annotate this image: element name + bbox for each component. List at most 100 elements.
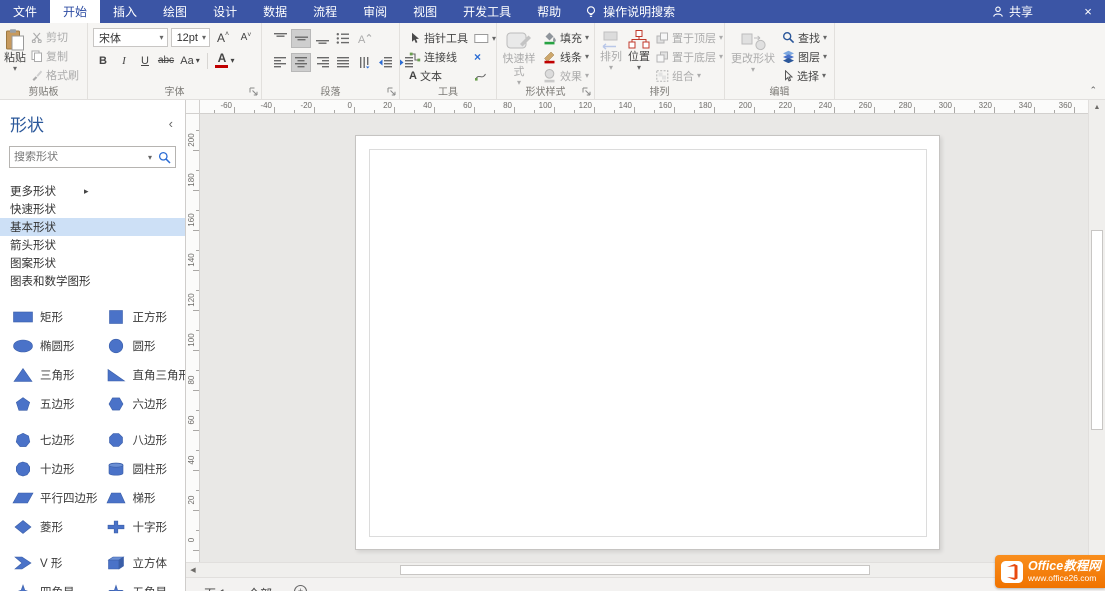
bring-to-front-button[interactable]: 置于顶层▾ — [653, 28, 726, 47]
font-color-button[interactable]: A ▾ — [212, 51, 238, 70]
position-button[interactable]: 位置 ▾ — [625, 26, 653, 85]
all-pages-tab[interactable]: 全部 — [248, 585, 272, 591]
drawing-canvas[interactable] — [200, 114, 1088, 562]
panel-collapse-button[interactable]: ‹ — [169, 116, 175, 131]
grow-font-button[interactable]: A˄ — [213, 28, 233, 47]
menu-tab[interactable]: 插入 — [100, 0, 150, 23]
stencil-category[interactable]: 箭头形状 — [0, 236, 185, 254]
menu-tab[interactable]: 审阅 — [350, 0, 400, 23]
shape-search-input[interactable] — [10, 151, 144, 163]
underline-button[interactable]: U — [135, 51, 155, 70]
valign-top-button[interactable] — [270, 29, 290, 48]
search-icon[interactable] — [156, 151, 175, 164]
menu-tab[interactable]: 视图 — [400, 0, 450, 23]
page-tab[interactable]: 页 1 — [204, 585, 226, 591]
horizontal-scrollbar[interactable]: ◀ — [186, 562, 1088, 577]
stencil-shape-trapezoid[interactable]: 梯形 — [93, 483, 186, 512]
stencil-category[interactable]: 更多形状▸ — [0, 182, 185, 200]
menu-tab[interactable]: 开始 — [50, 0, 100, 23]
font-dialog-launcher[interactable] — [248, 86, 259, 97]
stencil-category[interactable]: 图表和数学图形 — [0, 272, 185, 290]
stencil-shape-square[interactable]: 正方形 — [93, 302, 186, 331]
menu-tab[interactable]: 帮助 — [524, 0, 574, 23]
font-size-combo[interactable]: 12pt▾ — [171, 28, 210, 47]
bold-button[interactable]: B — [93, 51, 113, 70]
menu-tab[interactable]: 绘图 — [150, 0, 200, 23]
copy-button[interactable]: 复制 — [28, 46, 82, 65]
font-name-combo[interactable]: 宋体▾ — [93, 28, 168, 47]
freeform-tool-button[interactable] — [471, 66, 499, 85]
quick-styles-button[interactable]: 快速样式 ▾ — [499, 26, 539, 85]
line-button[interactable]: 线条▾ — [539, 47, 592, 66]
vertical-scrollbar[interactable]: ▲ ▼ — [1088, 100, 1105, 577]
menu-tab[interactable]: 开发工具 — [450, 0, 524, 23]
cut-button[interactable]: 剪切 — [28, 27, 82, 46]
change-shape-button[interactable]: 更改形状 ▾ — [727, 26, 779, 85]
stencil-shape-ellipse[interactable]: 椭圆形 — [0, 331, 93, 360]
format-painter-button[interactable]: 格式刷 — [28, 65, 82, 84]
bullets-button[interactable] — [333, 29, 353, 48]
stencil-shape-parallelogram[interactable]: 平行四边形 — [0, 483, 93, 512]
stencil-shape-heptagon[interactable]: 七边形 — [0, 425, 93, 454]
stencil-shape-rectangle[interactable]: 矩形 — [0, 302, 93, 331]
find-button[interactable]: 查找▾ — [779, 28, 830, 47]
shrink-font-button[interactable]: A — [354, 29, 374, 48]
share-button[interactable]: 共享 — [981, 3, 1043, 20]
close-button[interactable]: × — [1071, 0, 1105, 23]
stencil-shape-diamond[interactable]: 菱形 — [0, 512, 93, 541]
connector-tool-button[interactable]: 连接线 — [406, 48, 471, 67]
menu-tab[interactable]: 流程 — [300, 0, 350, 23]
stencil-shape-octagon[interactable]: 八边形 — [93, 425, 186, 454]
stencil-shape-right-triangle[interactable]: 直角三角形 — [93, 360, 186, 389]
rectangle-tool-button[interactable]: ▾ — [471, 29, 499, 48]
menu-tab[interactable]: 数据 — [250, 0, 300, 23]
stencil-shape-cylinder[interactable]: 圆柱形 — [93, 454, 186, 483]
stencil-shape-cube[interactable]: 立方体 — [93, 548, 186, 577]
shrink-font-button[interactable]: A˅ — [236, 28, 256, 47]
valign-middle-button[interactable] — [291, 29, 311, 48]
valign-bottom-button[interactable] — [312, 29, 332, 48]
stencil-shape-star-5[interactable]: 五角星 — [93, 577, 186, 591]
delete-tool-button[interactable]: × — [471, 48, 499, 67]
justify-button[interactable] — [333, 53, 353, 72]
effects-button[interactable]: 效果▾ — [539, 66, 592, 85]
stencil-shape-circle[interactable]: 圆形 — [93, 331, 186, 360]
scroll-left-arrow[interactable]: ◀ — [186, 563, 200, 577]
send-to-back-button[interactable]: 置于底层▾ — [653, 47, 726, 66]
menu-tab[interactable]: 设计 — [200, 0, 250, 23]
align-right-button[interactable] — [312, 53, 332, 72]
paragraph-dialog-launcher[interactable] — [386, 86, 397, 97]
stencil-shape-star-4[interactable]: 四角星 — [0, 577, 93, 591]
stencil-shape-triangle[interactable]: 三角形 — [0, 360, 93, 389]
insert-page-button[interactable]: + — [294, 585, 307, 591]
stencil-shape-pentagon[interactable]: 五边形 — [0, 389, 93, 418]
paste-button[interactable]: 粘贴 ▾ — [2, 25, 28, 85]
stencil-shape-hexagon[interactable]: 六边形 — [93, 389, 186, 418]
tell-me-search[interactable]: 操作说明搜索 — [574, 0, 685, 23]
stencil-category[interactable]: 快速形状 — [0, 200, 185, 218]
collapse-ribbon-button[interactable]: ⌃ — [1089, 85, 1097, 96]
search-dropdown-caret[interactable]: ▾ — [144, 153, 156, 162]
scroll-up-arrow[interactable]: ▲ — [1089, 100, 1105, 114]
strikethrough-button[interactable]: abc — [156, 51, 176, 70]
align-left-button[interactable] — [270, 53, 290, 72]
select-button[interactable]: 选择▾ — [779, 66, 830, 85]
shape-styles-dialog-launcher[interactable] — [581, 86, 592, 97]
stencil-shape-cross[interactable]: 十字形 — [93, 512, 186, 541]
horizontal-scroll-thumb[interactable] — [400, 565, 870, 575]
change-case-button[interactable]: Aa▾ — [177, 51, 203, 70]
fill-button[interactable]: 填充▾ — [539, 28, 592, 47]
align-center-button[interactable] — [291, 53, 311, 72]
stencil-category[interactable]: 基本形状 — [0, 218, 185, 236]
stencil-category[interactable]: 图案形状 — [0, 254, 185, 272]
drawing-page[interactable] — [355, 135, 940, 550]
group-shapes-button[interactable]: 组合▾ — [653, 66, 726, 85]
italic-button[interactable]: I — [114, 51, 134, 70]
text-direction-button[interactable] — [354, 53, 374, 72]
menu-tab[interactable]: 文件 — [0, 0, 50, 23]
text-tool-button[interactable]: A 文本 — [406, 66, 471, 85]
stencil-shape-decagon[interactable]: 十边形 — [0, 454, 93, 483]
layers-button[interactable]: 图层▾ — [779, 47, 830, 66]
stencil-shape-chevron[interactable]: V 形 — [0, 548, 93, 577]
pointer-tool-button[interactable]: 指针工具 — [406, 29, 471, 48]
